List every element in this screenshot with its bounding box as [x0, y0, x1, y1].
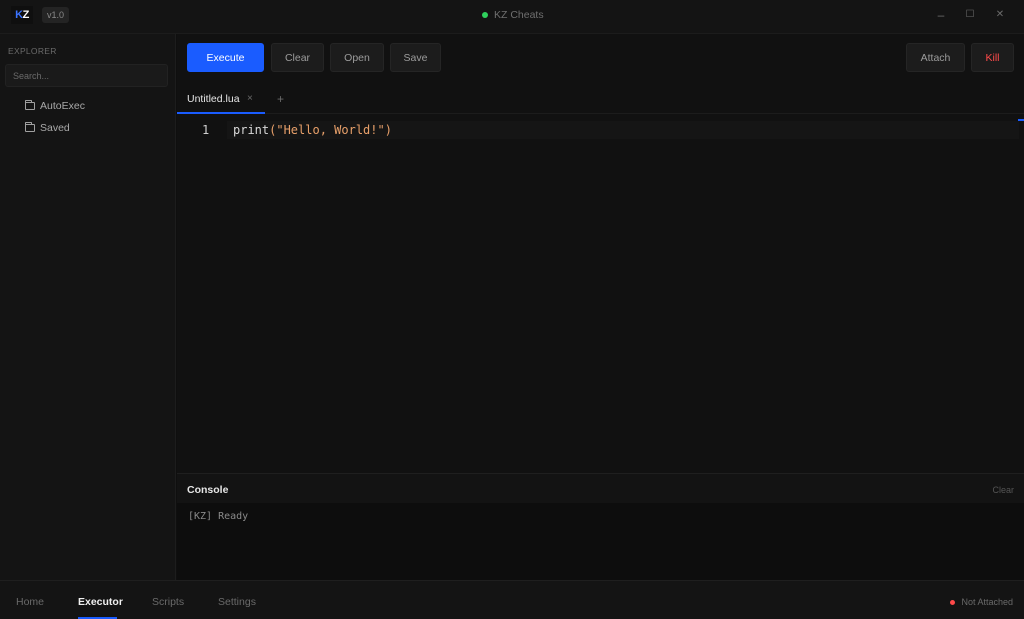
bottom-nav: Home Executor Scripts Settings Not Attac…	[0, 580, 1024, 619]
add-tab-icon[interactable]: +	[277, 92, 284, 106]
code-line[interactable]: print("Hello, World!")	[233, 123, 392, 137]
status-dot-icon	[950, 599, 956, 605]
window-title: KZ Cheats	[482, 0, 544, 30]
nav-home[interactable]: Home	[16, 596, 44, 608]
console-header: Console Clear	[177, 474, 1024, 503]
console-output-line: [KZ] Ready	[188, 511, 249, 522]
close-icon[interactable]: ✕	[993, 8, 1007, 22]
code-function: print	[233, 123, 270, 137]
sidebar-explorer: EXPLORER AutoExec Saved	[0, 34, 176, 580]
attach-status: Not Attached	[950, 597, 1013, 607]
code-string: "Hello, World!"	[276, 123, 385, 137]
maximize-icon[interactable]: ☐	[963, 8, 977, 22]
tab-close-icon[interactable]: ×	[247, 93, 253, 104]
code-editor[interactable]: 1 print("Hello, World!")	[177, 115, 1024, 473]
open-button[interactable]: Open	[330, 43, 384, 72]
console-clear-button[interactable]: Clear	[992, 485, 1014, 495]
line-number: 1	[202, 123, 210, 137]
attach-button[interactable]: Attach	[906, 43, 965, 72]
kill-button[interactable]: Kill	[971, 43, 1014, 72]
folder-label: Saved	[40, 122, 70, 134]
folder-item-saved[interactable]: Saved	[25, 120, 70, 136]
execute-button[interactable]: Execute	[187, 43, 264, 72]
nav-settings[interactable]: Settings	[218, 596, 256, 608]
folder-icon	[25, 122, 35, 132]
console-title: Console	[187, 484, 229, 496]
tab-label: Untitled.lua	[187, 92, 240, 105]
code-paren-close: )	[384, 123, 392, 137]
console-panel: Console Clear [KZ] Ready	[177, 473, 1024, 580]
minimize-icon[interactable]: –	[934, 8, 948, 22]
nav-scripts[interactable]: Scripts	[152, 596, 184, 608]
status-dot-icon	[482, 12, 488, 18]
folder-item-autoexec[interactable]: AutoExec	[25, 98, 85, 114]
title-bar: KZ v1.0 KZ Cheats – ☐ ✕	[0, 0, 1024, 34]
status-text: Not Attached	[961, 597, 1013, 607]
nav-executor[interactable]: Executor	[78, 596, 123, 608]
search-input[interactable]	[5, 64, 168, 87]
main-panel: Execute Clear Open Save Attach Kill Unti…	[177, 34, 1024, 580]
save-button[interactable]: Save	[390, 43, 441, 72]
folder-icon	[25, 100, 35, 110]
scrollbar-marker	[1018, 119, 1024, 121]
app-title-text: KZ Cheats	[494, 9, 544, 21]
explorer-label: EXPLORER	[8, 46, 57, 56]
clear-button[interactable]: Clear	[271, 43, 324, 72]
app-logo: KZ	[11, 6, 33, 24]
folder-label: AutoExec	[40, 100, 85, 112]
editor-tabs: Untitled.lua × +	[177, 85, 1024, 114]
version-badge: v1.0	[42, 7, 70, 23]
